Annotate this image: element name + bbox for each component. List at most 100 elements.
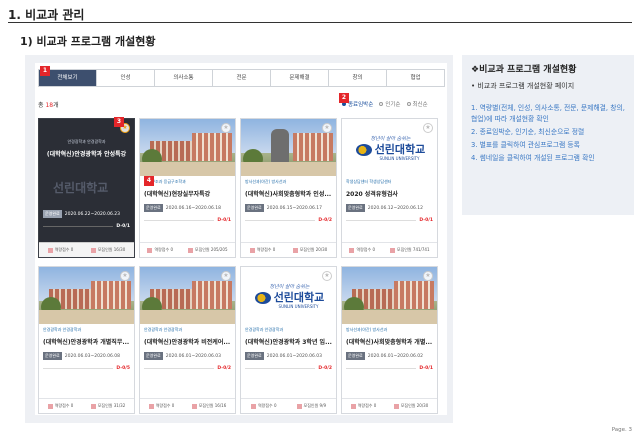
competency-score: 역량점수 0 xyxy=(147,247,173,253)
program-department: 방사선과(야간) 방사선과 xyxy=(346,327,388,332)
progress-bar xyxy=(144,219,215,222)
card-footer: 역량점수 0 모집인원 9/9 xyxy=(241,398,336,413)
program-card[interactable]: 청년이 살아 숨쉬는 선린대학교 SUNLIN UNIVERSITY ★ 안경광학과 안… xyxy=(240,266,337,414)
d-day-label: D-0/1 xyxy=(419,366,433,371)
people-icon xyxy=(191,403,197,409)
radio-icon xyxy=(406,102,411,106)
program-department: 응급구조과 응급구조학과 xyxy=(144,179,186,184)
program-period: 운영완료 2020.06.16~2020.06.18 xyxy=(144,204,222,212)
competency-score: 역량점수 0 xyxy=(250,403,277,409)
description-panel: ❖비교과 프로그램 개설현황 • 비교과 프로그램 개설현황 페이지 1. 역량… xyxy=(462,55,634,215)
tab-problem-solving[interactable]: 문제해결 xyxy=(271,70,329,86)
status-badge: 운영완료 xyxy=(346,204,365,212)
favorite-star-icon[interactable]: ★ xyxy=(322,123,332,133)
d-day-label: D-0/1 xyxy=(217,218,231,223)
progress-row: D-0/2 xyxy=(245,218,332,223)
program-department: 안경광학과 안경광학과 xyxy=(144,327,183,332)
program-title[interactable]: 2020 성격유형검사 xyxy=(346,189,433,198)
status-badge: 운영완료 xyxy=(245,352,264,360)
score-icon xyxy=(147,247,153,253)
score-icon xyxy=(47,403,53,409)
program-title[interactable]: (대학혁신)안경광학과 안성특강 xyxy=(43,149,130,158)
program-period: 운영완료 2020.06.15~2020.06.17 xyxy=(245,204,323,212)
program-card[interactable]: ★ 안경광학과 안경광학과 (대학혁신)안경광학과 비전케어... 운영완료 2020.… xyxy=(139,266,236,414)
progress-bar xyxy=(43,225,114,228)
program-department: 안경광학과 안경광학과 xyxy=(67,139,106,144)
tab-expertise[interactable]: 전문 xyxy=(213,70,271,86)
program-card[interactable]: ★ 방사선과(야간) 방사선과 (대학혁신)사회맞춤형학과 인성... 운영완료 202… xyxy=(240,118,337,258)
program-card[interactable]: 선린대학교 ★ 안경광학과 안경광학과 (대학혁신)안경광학과 안성특강 운영완료 202… xyxy=(38,118,135,258)
university-logo-icon xyxy=(254,291,271,304)
annotation-marker: 2 xyxy=(339,93,349,103)
program-title[interactable]: (대학혁신)안경광학과 3학년 임... xyxy=(245,337,332,346)
status-badge: 운영완료 xyxy=(144,204,163,212)
section-divider xyxy=(8,22,632,23)
competency-score: 역량점수 0 xyxy=(349,247,375,253)
program-card[interactable]: 청년이 살아 숨쉬는 선린대학교 SUNLIN UNIVERSITY ★ 학생상담센터 … xyxy=(341,118,438,258)
favorite-star-icon[interactable]: ★ xyxy=(221,123,231,133)
card-footer: 역량점수 0 모집인원 16/16 xyxy=(140,398,235,413)
program-period: 운영완료 2020.06.01~2020.06.02 xyxy=(346,352,424,360)
program-title[interactable]: (대학혁신)안경광학과 개별직무... xyxy=(43,337,130,346)
competency-score: 역량점수 0 xyxy=(148,403,174,409)
recruit-count: 모집인원 16/30 xyxy=(90,247,125,253)
program-period: 운영완료 2020.06.01~2020.06.03 xyxy=(245,352,323,360)
card-footer: 역량점수 0 모집인원 741/741 xyxy=(342,242,437,257)
progress-row: D-0/1 xyxy=(144,218,231,223)
competency-tabs: 전체보기 인성 의사소통 전문 문제해결 창의 협업 xyxy=(38,69,445,87)
progress-bar xyxy=(144,367,215,370)
program-department: 안경광학과 안경광학과 xyxy=(245,327,284,332)
tab-collaboration[interactable]: 협업 xyxy=(387,70,444,86)
program-title[interactable]: (대학혁신)사회맞춤형학과 인성... xyxy=(245,189,332,198)
radio-icon xyxy=(379,102,384,106)
progress-bar xyxy=(245,219,316,222)
score-icon xyxy=(349,247,355,253)
description-item: 1. 역량별(전체, 인성, 의사소통, 전문, 문제해결, 창의, 협업)에 … xyxy=(471,104,625,123)
recruit-count: 모집인원 31/32 xyxy=(90,403,125,409)
program-title[interactable]: (대학혁신)사회맞춤형학과 개별... xyxy=(346,337,433,346)
people-icon xyxy=(90,247,96,253)
program-title[interactable]: (대학혁신)현장실무자특강 xyxy=(144,189,231,198)
favorite-star-icon[interactable]: ★ xyxy=(423,123,433,133)
people-icon xyxy=(90,403,96,409)
sort-latest[interactable]: 최신순 xyxy=(406,100,428,108)
favorite-star-icon[interactable]: ★ xyxy=(120,271,130,281)
program-department: 방사선과(야간) 방사선과 xyxy=(245,179,287,184)
score-icon xyxy=(47,247,53,253)
status-badge: 운영완료 xyxy=(245,204,264,212)
people-icon xyxy=(393,403,399,409)
description-title: ❖비교과 프로그램 개설현황 xyxy=(471,65,577,75)
program-department: 학생상담센터 학생상담센터 xyxy=(346,179,392,184)
tab-creativity[interactable]: 창의 xyxy=(329,70,387,86)
d-day-label: D-0/2 xyxy=(217,366,231,371)
progress-row: D-0/2 xyxy=(144,366,231,371)
tab-communication[interactable]: 의사소통 xyxy=(155,70,213,86)
recruit-count: 모집인원 9/9 xyxy=(296,403,326,409)
status-badge: 운영완료 xyxy=(144,352,163,360)
program-card[interactable]: ★ 안경광학과 안경광학과 (대학혁신)안경광학과 개별직무... 운영완료 2020.… xyxy=(38,266,135,414)
description-item: 3. 별표를 클릭하여 관심프로그램 등록 xyxy=(471,141,580,149)
favorite-star-icon[interactable]: ★ xyxy=(221,271,231,281)
recruit-count: 모집인원 741/741 xyxy=(389,247,430,253)
tab-character[interactable]: 인성 xyxy=(97,70,155,86)
program-card[interactable]: ★ 방사선과(야간) 방사선과 (대학혁신)사회맞춤형학과 개별... 운영완료 202… xyxy=(341,266,438,414)
program-card[interactable]: ★ 응급구조과 응급구조학과 (대학혁신)현장실무자특강운영완료 2020.06.16… xyxy=(139,118,236,258)
people-icon xyxy=(389,247,395,253)
favorite-star-icon[interactable]: ★ xyxy=(322,271,332,281)
card-footer: 역량점수 0 모집인원 16/30 xyxy=(39,242,134,257)
competency-score: 역량점수 0 xyxy=(249,247,275,253)
program-title[interactable]: (대학혁신)안경광학과 비전케어... xyxy=(144,337,231,346)
card-footer: 역량점수 0 모집인원 31/32 xyxy=(39,398,134,413)
description-item: 4. 썸네일을 클릭하여 개설된 프로그램 확인 xyxy=(471,154,595,162)
score-icon xyxy=(249,247,255,253)
people-icon xyxy=(187,247,193,253)
progress-bar xyxy=(346,367,417,370)
sort-popular[interactable]: 인기순 xyxy=(379,100,401,108)
status-badge: 운영완료 xyxy=(43,210,62,218)
card-footer: 역량점수 0 모집인원 20/30 xyxy=(241,242,336,257)
d-day-label: D-0/2 xyxy=(318,218,332,223)
favorite-star-icon[interactable]: ★ xyxy=(423,271,433,281)
progress-bar xyxy=(43,367,114,370)
page-subtitle: 1) 비교과 프로그램 개설현황 xyxy=(20,35,156,48)
sort-options: 종료임박순 인기순 최신순 xyxy=(342,100,428,108)
